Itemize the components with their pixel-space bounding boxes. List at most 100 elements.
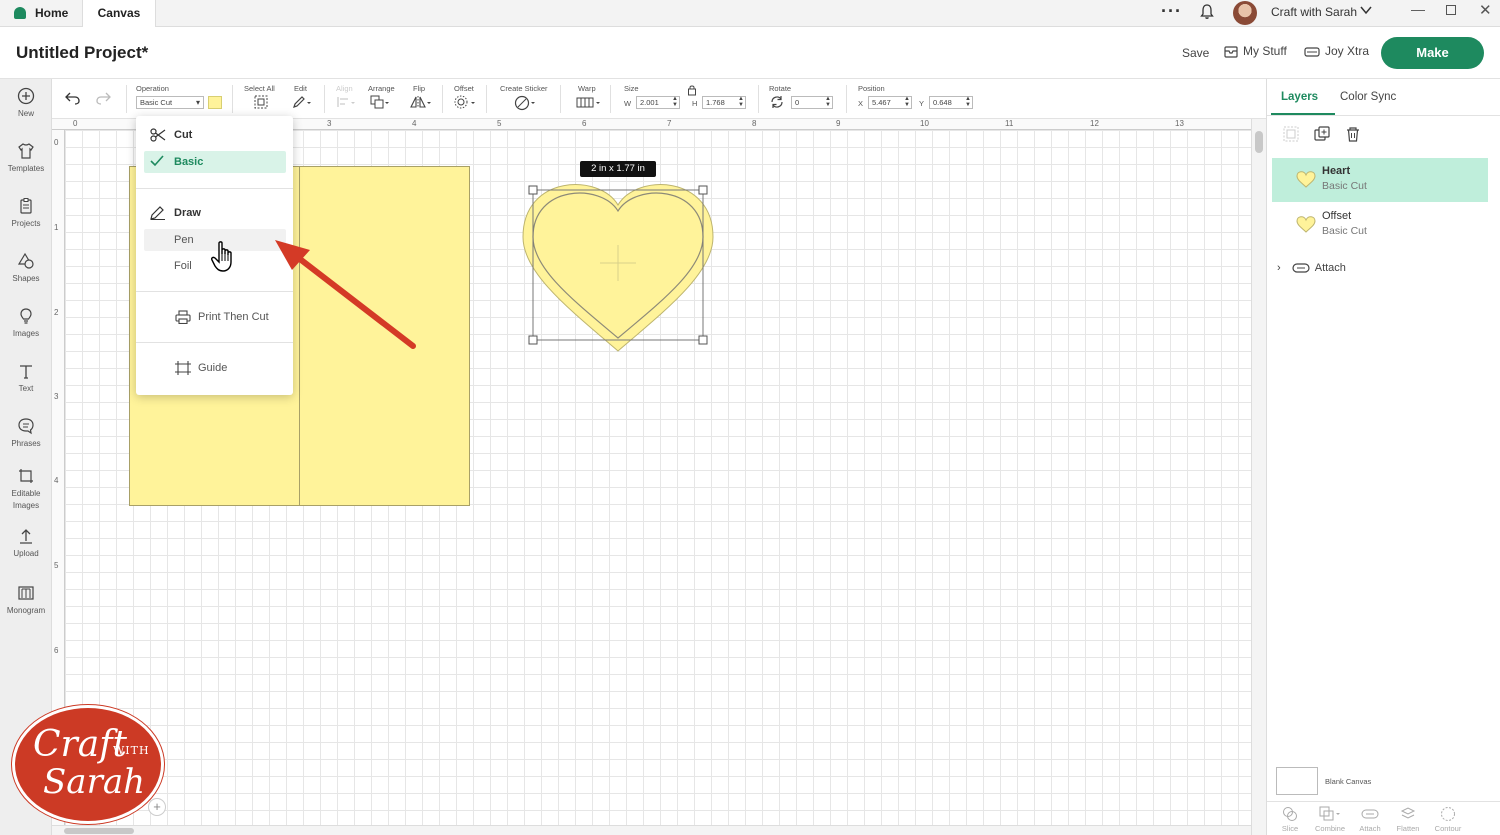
stepper-icon[interactable]: ▲ ▼ bbox=[738, 96, 744, 108]
sidebar-item-monogram[interactable]: Monogram bbox=[0, 584, 52, 617]
resize-handle[interactable] bbox=[698, 185, 708, 195]
lock-icon[interactable] bbox=[687, 84, 697, 96]
ruler-tick: 2 bbox=[54, 308, 59, 317]
sidebar-item-images[interactable]: Images bbox=[0, 307, 52, 340]
stepper-icon[interactable]: ▲ ▼ bbox=[904, 96, 910, 108]
resize-handle[interactable] bbox=[528, 185, 538, 195]
trash-icon[interactable] bbox=[1345, 126, 1361, 142]
layer-attach-group[interactable]: › Attach bbox=[1277, 262, 1346, 274]
tab-color-sync[interactable]: Color Sync bbox=[1340, 91, 1396, 103]
y-position-field[interactable]: 0.648 ▲ ▼ bbox=[929, 96, 973, 109]
make-button[interactable]: Make bbox=[1381, 37, 1484, 69]
undo-icon[interactable] bbox=[65, 91, 81, 105]
contour-label: Contour bbox=[1434, 824, 1462, 833]
edit-pencil-icon[interactable] bbox=[292, 95, 312, 109]
x-label: X bbox=[858, 99, 864, 108]
ruler-tick: 5 bbox=[54, 561, 59, 570]
select-all-icon[interactable] bbox=[254, 95, 268, 109]
sidebar-item-upload[interactable]: Upload bbox=[0, 527, 52, 560]
contour-button[interactable]: Contour bbox=[1428, 806, 1468, 833]
sidebar-item-templates[interactable]: Templates bbox=[0, 142, 52, 175]
scissors-icon bbox=[150, 128, 166, 142]
arrange-icon[interactable] bbox=[370, 95, 390, 109]
rotate-icon bbox=[771, 96, 783, 108]
menu-item-guide[interactable]: Guide bbox=[144, 357, 286, 379]
save-button[interactable]: Save bbox=[1182, 46, 1209, 60]
operation-color-swatch[interactable] bbox=[208, 96, 222, 109]
ruler-tick: 11 bbox=[1005, 119, 1014, 128]
sidebar-item-new[interactable]: New bbox=[0, 87, 52, 120]
bell-icon[interactable] bbox=[1199, 3, 1215, 20]
x-position-field[interactable]: 5.467 ▲ ▼ bbox=[868, 96, 912, 109]
scrollbar-thumb[interactable] bbox=[64, 828, 134, 834]
ruler-tick: 1 bbox=[54, 223, 59, 232]
sidebar-label: Phrases bbox=[11, 439, 41, 448]
avatar[interactable] bbox=[1233, 1, 1257, 25]
layer-actions-bar: Slice Combine Attach Flatten Contour bbox=[1267, 801, 1500, 835]
chevron-right-icon[interactable]: › bbox=[1277, 262, 1281, 274]
blank-canvas-thumbnail[interactable] bbox=[1276, 767, 1318, 795]
account-name[interactable]: Craft with Sarah bbox=[1271, 0, 1357, 24]
layer-offset[interactable]: Offset Basic Cut bbox=[1272, 203, 1488, 247]
sidebar-label: Projects bbox=[11, 219, 41, 228]
slice-icon bbox=[1283, 807, 1297, 821]
x-position-value: 5.467 bbox=[872, 98, 891, 107]
layer-heart[interactable]: Heart Basic Cut bbox=[1272, 158, 1488, 202]
rotate-field[interactable]: 0 ▲ ▼ bbox=[791, 96, 833, 109]
sidebar-item-text[interactable]: Text bbox=[0, 362, 52, 395]
stepper-icon[interactable]: ▲ ▼ bbox=[965, 96, 971, 108]
combine-button[interactable]: Combine bbox=[1310, 806, 1350, 833]
vertical-scrollbar[interactable] bbox=[1251, 119, 1266, 835]
resize-handle[interactable] bbox=[698, 335, 708, 345]
zoom-in-button[interactable]: + bbox=[148, 798, 166, 816]
text-icon bbox=[20, 365, 32, 379]
layer-operation: Basic Cut bbox=[1322, 180, 1367, 192]
sidebar-label: Upload bbox=[13, 549, 39, 558]
stepper-icon[interactable]: ▲ ▼ bbox=[672, 96, 678, 108]
ruler-tick: 8 bbox=[752, 119, 757, 128]
my-stuff-label: My Stuff bbox=[1243, 44, 1287, 58]
sidebar-item-phrases[interactable]: Phrases bbox=[0, 417, 52, 450]
menu-item-basic[interactable]: Basic bbox=[144, 151, 286, 173]
height-field[interactable]: 1.768 ▲ ▼ bbox=[702, 96, 746, 109]
machine-selector[interactable]: Joy Xtra bbox=[1304, 44, 1369, 58]
more-options-icon[interactable]: ··· bbox=[1161, 1, 1182, 22]
sidebar-item-projects[interactable]: Projects bbox=[0, 197, 52, 230]
attach-button[interactable]: Attach bbox=[1350, 806, 1390, 833]
resize-handle[interactable] bbox=[528, 335, 538, 345]
heart-group[interactable] bbox=[517, 175, 717, 360]
minimize-icon[interactable]: — bbox=[1411, 1, 1425, 17]
stepper-icon[interactable]: ▲ ▼ bbox=[825, 96, 831, 108]
sidebar-item-shapes[interactable]: Shapes bbox=[0, 252, 52, 285]
width-field[interactable]: 2.001 ▲ ▼ bbox=[636, 96, 680, 109]
sidebar-label: New bbox=[17, 109, 34, 118]
sidebar-item-editable-images[interactable]: Editable Images bbox=[0, 467, 52, 512]
sticker-icon[interactable] bbox=[514, 95, 536, 111]
offset-icon[interactable] bbox=[454, 95, 476, 109]
close-icon[interactable]: ✕ bbox=[1479, 1, 1492, 19]
flatten-button[interactable]: Flatten bbox=[1388, 806, 1428, 833]
ruler-tick: 9 bbox=[836, 119, 841, 128]
tab-home[interactable]: Home bbox=[8, 0, 82, 27]
tab-layers[interactable]: Layers bbox=[1281, 91, 1318, 103]
speech-bubble-icon bbox=[18, 418, 34, 435]
warp-icon[interactable] bbox=[576, 95, 602, 109]
my-stuff-button[interactable]: My Stuff bbox=[1224, 44, 1287, 58]
slice-button[interactable]: Slice bbox=[1270, 806, 1310, 833]
tab-canvas[interactable]: Canvas bbox=[82, 0, 156, 28]
ruler-tick: 5 bbox=[497, 119, 502, 128]
sidebar-label: Templates bbox=[7, 164, 45, 173]
operation-select[interactable]: Basic Cut bbox=[136, 96, 204, 109]
width-label: W bbox=[624, 99, 632, 108]
flip-icon[interactable] bbox=[410, 95, 432, 109]
duplicate-icon[interactable] bbox=[1314, 126, 1330, 142]
redo-icon[interactable] bbox=[95, 91, 111, 105]
maximize-icon[interactable] bbox=[1446, 5, 1456, 15]
scrollbar-thumb[interactable] bbox=[1255, 131, 1263, 153]
heart-icon bbox=[1296, 216, 1316, 233]
attach-icon bbox=[1292, 263, 1310, 273]
horizontal-scrollbar[interactable] bbox=[52, 825, 1251, 835]
menu-item-print-then-cut[interactable]: Print Then Cut bbox=[144, 306, 286, 328]
chevron-down-icon[interactable] bbox=[1360, 4, 1372, 16]
ruler-tick: 0 bbox=[54, 138, 59, 147]
